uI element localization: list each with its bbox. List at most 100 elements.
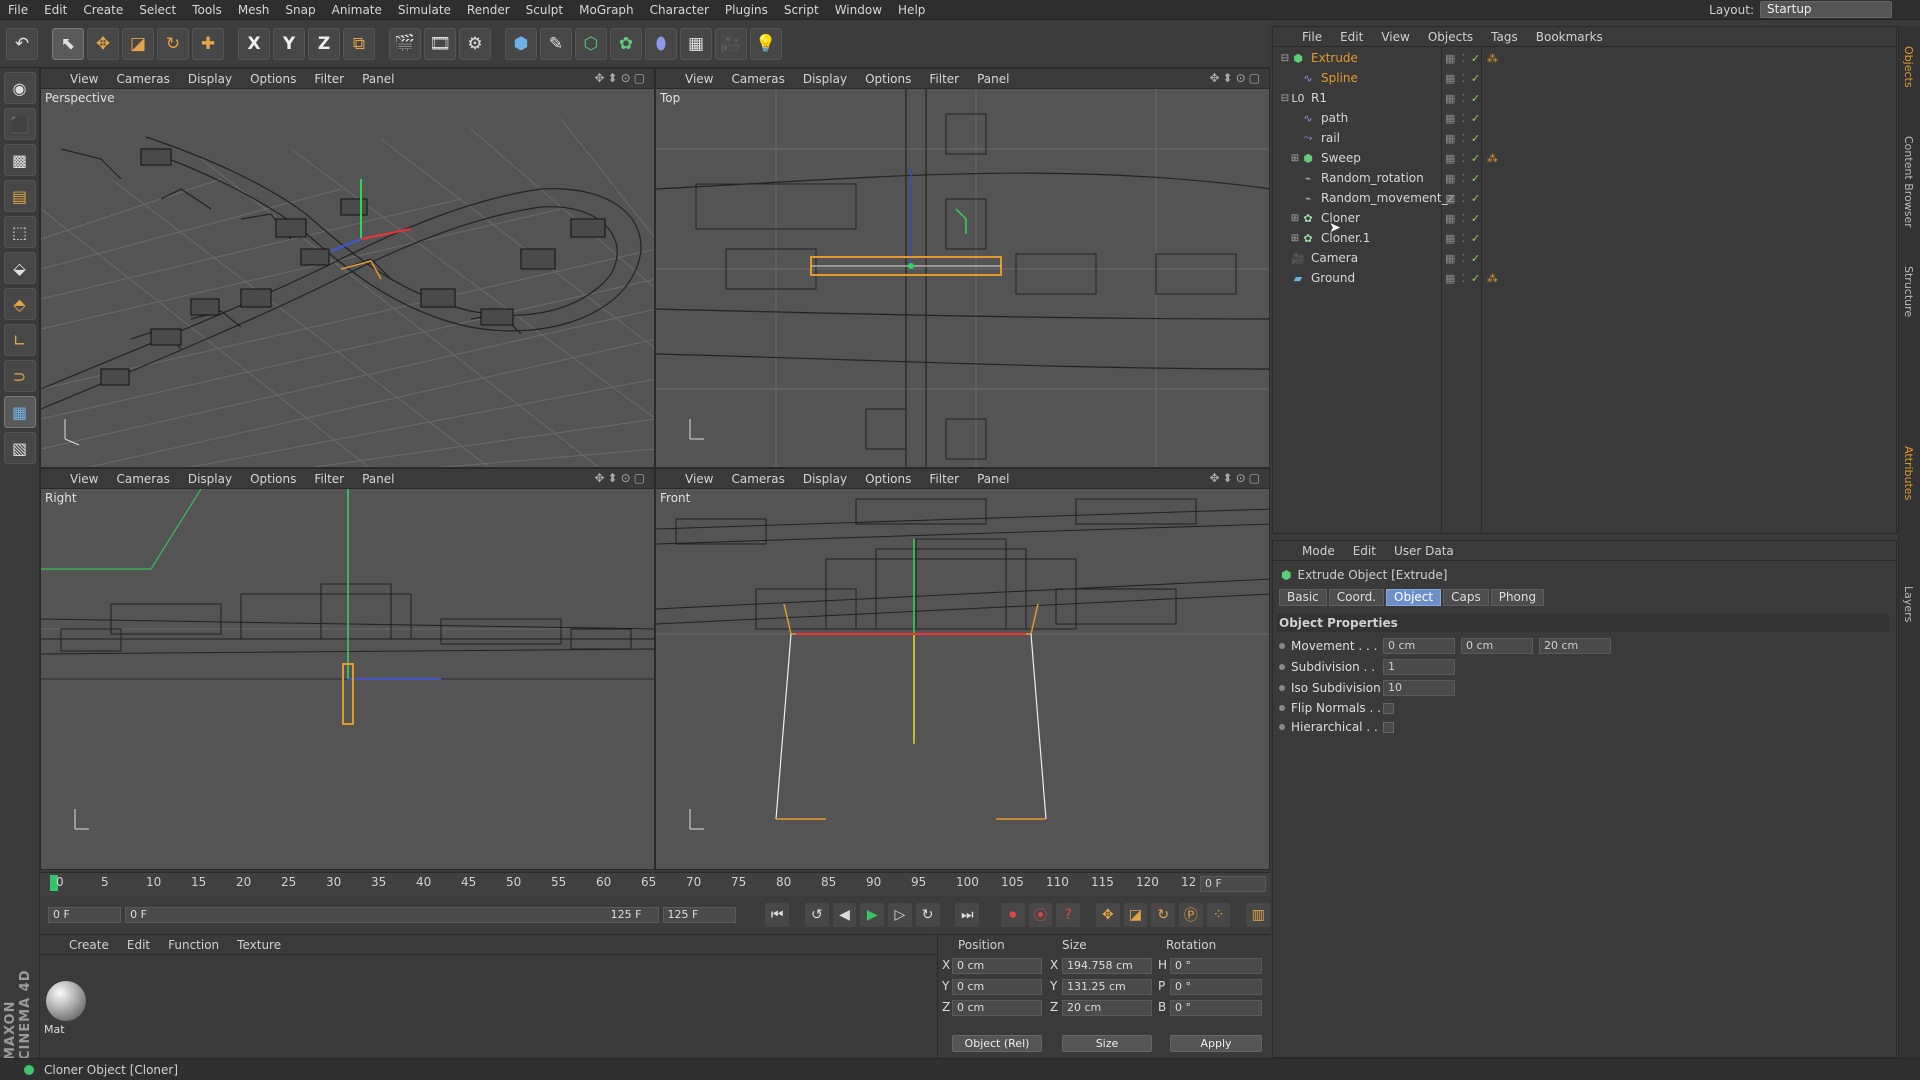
- render-picture-icon[interactable]: 🎞: [424, 27, 456, 60]
- enabled-check-icon[interactable]: ✓: [1471, 272, 1480, 285]
- coord-mode-dropdown[interactable]: Object (Rel): [952, 1035, 1042, 1052]
- visibility-dots-icon[interactable]: ⁚: [1461, 112, 1465, 125]
- layer-icon[interactable]: ▦: [1445, 72, 1455, 85]
- visibility-dots-icon[interactable]: ⁚: [1461, 52, 1465, 65]
- tab-object[interactable]: Object: [1386, 589, 1442, 606]
- viewport-menu-view[interactable]: View: [676, 72, 722, 86]
- expand-toggle-icon[interactable]: ⊞: [1289, 233, 1301, 244]
- animate-dot-icon[interactable]: [1279, 705, 1285, 711]
- menu-character[interactable]: Character: [642, 0, 717, 20]
- object-name[interactable]: Camera: [1311, 251, 1358, 265]
- layer-icon[interactable]: ▦: [1445, 132, 1455, 145]
- visibility-dots-icon[interactable]: ⁚: [1461, 72, 1465, 85]
- menu-file[interactable]: File: [0, 0, 36, 20]
- menu-plugins[interactable]: Plugins: [717, 0, 776, 20]
- rotation-field[interactable]: 0 °: [1170, 979, 1262, 995]
- object-name[interactable]: Extrude: [1311, 51, 1358, 65]
- viewport-menu-filter[interactable]: Filter: [305, 72, 353, 86]
- array-icon[interactable]: ✿: [610, 27, 642, 60]
- visibility-dots-icon[interactable]: ⁚: [1461, 232, 1465, 245]
- viewport-menu-display[interactable]: Display: [794, 72, 856, 86]
- viewport-front[interactable]: View Cameras Display Options Filter Panel ✥⬍⊙▢…: [655, 468, 1270, 870]
- record-icon[interactable]: ⏺: [1000, 903, 1025, 927]
- viewport-menu-options[interactable]: Options: [856, 472, 920, 486]
- tab-phong[interactable]: Phong: [1490, 589, 1545, 606]
- viewport-menu-cameras[interactable]: Cameras: [722, 472, 793, 486]
- expand-toggle-icon[interactable]: ⊟: [1279, 93, 1291, 104]
- x-axis-icon[interactable]: X: [238, 27, 270, 60]
- material-menu-function[interactable]: Function: [159, 938, 228, 952]
- object-row-camera[interactable]: 🎥 Camera ▦ ⁚ ✓: [1273, 248, 1893, 268]
- viewport-menu-display[interactable]: Display: [179, 72, 241, 86]
- animate-dot-icon[interactable]: [1279, 643, 1285, 649]
- side-tab-structure[interactable]: Structure: [1902, 266, 1915, 317]
- object-row-spline[interactable]: ∿ Spline ▦ ⁚ ✓: [1273, 68, 1893, 88]
- viewport-menu-view[interactable]: View: [61, 72, 107, 86]
- layer-icon[interactable]: ▦: [1445, 212, 1455, 225]
- menu-mesh[interactable]: Mesh: [230, 0, 278, 20]
- pen-icon[interactable]: ✎: [540, 27, 572, 60]
- viewport-menu-filter[interactable]: Filter: [920, 72, 968, 86]
- workplane-icon[interactable]: ▤: [3, 180, 36, 212]
- end-frame-field[interactable]: 125 F: [662, 907, 736, 923]
- next-key-icon[interactable]: ↻: [915, 903, 940, 927]
- animate-dot-icon[interactable]: [1279, 664, 1285, 670]
- enabled-check-icon[interactable]: ✓: [1471, 52, 1480, 65]
- start-frame-field[interactable]: 0 F: [48, 907, 122, 923]
- menu-simulate[interactable]: Simulate: [390, 0, 459, 20]
- coord-system-icon[interactable]: ⧉: [343, 27, 375, 60]
- key-pla-icon[interactable]: ⁘: [1206, 903, 1231, 927]
- material-menu-texture[interactable]: Texture: [228, 938, 290, 952]
- menu-select[interactable]: Select: [131, 0, 184, 20]
- size-field[interactable]: 194.758 cm: [1062, 958, 1152, 974]
- viewport-top[interactable]: View Cameras Display Options Filter Panel ✥⬍⊙▢…: [655, 68, 1270, 468]
- visibility-dots-icon[interactable]: ⁚: [1461, 252, 1465, 265]
- viewport-menu-view[interactable]: View: [61, 472, 107, 486]
- floor-icon[interactable]: ▦: [680, 27, 712, 60]
- select-icon[interactable]: ⬉: [52, 27, 84, 60]
- viewport-right[interactable]: View Cameras Display Options Filter Panel ✥⬍⊙▢…: [40, 468, 655, 870]
- viewport-menu-filter[interactable]: Filter: [305, 472, 353, 486]
- menu-script[interactable]: Script: [776, 0, 827, 20]
- enabled-check-icon[interactable]: ✓: [1471, 112, 1480, 125]
- tab-coord[interactable]: Coord.: [1328, 589, 1384, 606]
- phong-tag-icon[interactable]: ⁂: [1487, 272, 1498, 285]
- axis-mode-icon[interactable]: ∟: [3, 324, 36, 356]
- object-name[interactable]: Random_rotation: [1321, 171, 1424, 185]
- iso-subdivision-field[interactable]: 10: [1383, 680, 1455, 696]
- viewport-perspective[interactable]: View Cameras Display Options Filter Panel ✥⬍⊙▢…: [40, 68, 655, 468]
- tab-basic[interactable]: Basic: [1279, 589, 1327, 606]
- layer-icon[interactable]: ▦: [1445, 252, 1455, 265]
- side-tab-attributes[interactable]: Attributes: [1902, 446, 1915, 500]
- light-icon[interactable]: 💡: [750, 27, 782, 60]
- position-field[interactable]: 0 cm: [952, 1000, 1042, 1016]
- viewport-menu-cameras[interactable]: Cameras: [722, 72, 793, 86]
- layer-icon[interactable]: ▦: [1445, 52, 1455, 65]
- phong-tag-icon[interactable]: ⁂: [1487, 52, 1498, 65]
- object-menu-tags[interactable]: Tags: [1482, 30, 1527, 44]
- expand-toggle-icon[interactable]: ⊟: [1279, 53, 1291, 64]
- object-menu-bookmarks[interactable]: Bookmarks: [1527, 30, 1612, 44]
- visibility-dots-icon[interactable]: ⁚: [1461, 272, 1465, 285]
- phong-tag-icon[interactable]: ⁂: [1487, 152, 1498, 165]
- visibility-dots-icon[interactable]: ⁚: [1461, 132, 1465, 145]
- render-settings-icon[interactable]: ⚙: [459, 27, 491, 60]
- size-mode-dropdown[interactable]: Size: [1062, 1035, 1152, 1052]
- flip-normals-checkbox[interactable]: [1383, 702, 1394, 714]
- z-axis-icon[interactable]: Z: [308, 27, 340, 60]
- camera-icon[interactable]: 🎥: [715, 27, 747, 60]
- layer-icon[interactable]: ▦: [1445, 172, 1455, 185]
- enabled-check-icon[interactable]: ✓: [1471, 232, 1480, 245]
- expand-toggle-icon[interactable]: ⊞: [1289, 153, 1301, 164]
- rotation-field[interactable]: 0 °: [1170, 958, 1262, 974]
- menu-sculpt[interactable]: Sculpt: [518, 0, 571, 20]
- layout-dropdown[interactable]: Startup: [1760, 1, 1892, 18]
- visibility-dots-icon[interactable]: ⁚: [1461, 152, 1465, 165]
- attribute-menu-user-data[interactable]: User Data: [1385, 544, 1463, 558]
- object-menu-objects[interactable]: Objects: [1419, 30, 1482, 44]
- hierarchical-checkbox[interactable]: [1383, 721, 1394, 733]
- movement-y-field[interactable]: 0 cm: [1461, 638, 1533, 654]
- object-name[interactable]: Sweep: [1321, 151, 1361, 165]
- layer-icon[interactable]: ▦: [1445, 112, 1455, 125]
- viewport-menu-view[interactable]: View: [676, 472, 722, 486]
